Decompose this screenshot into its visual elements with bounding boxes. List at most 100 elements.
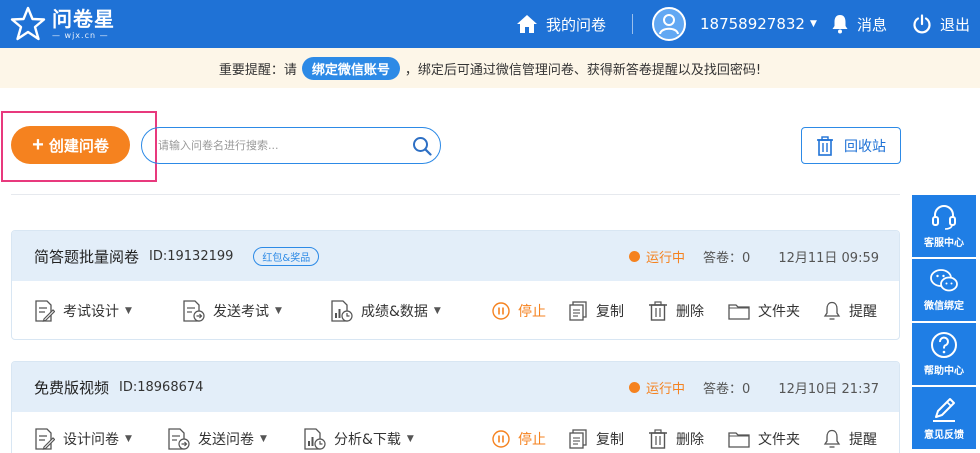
remind-button[interactable]: 提醒 — [823, 281, 877, 339]
design-action[interactable]: 设计问卷 ▼ — [33, 412, 132, 453]
chevron-down-icon: ▼ — [125, 306, 132, 316]
chevron-down-icon: ▼ — [260, 434, 267, 444]
help-icon — [931, 332, 957, 358]
answer-count: 答卷：0 — [703, 250, 751, 266]
survey-actions: 考试设计 ▼ 发送考试 ▼ 成绩&数据 ▼ 停止 复制 删除 文件夹 提醒 — [12, 281, 899, 339]
send-action[interactable]: 发送问卷 ▼ — [166, 412, 267, 453]
search-icon[interactable] — [404, 136, 440, 156]
survey-date: 12月10日 21:37 — [778, 381, 879, 397]
logout-label: 退出 — [940, 15, 971, 34]
copy-icon — [569, 301, 587, 321]
folder-label: 文件夹 — [758, 304, 800, 320]
copy-label: 复制 — [596, 432, 624, 448]
logout-link[interactable]: 退出 — [912, 0, 970, 48]
search-box — [141, 127, 441, 164]
design-action[interactable]: 考试设计 ▼ — [33, 281, 132, 339]
help-center-button[interactable]: 帮助中心 — [912, 323, 976, 385]
headset-icon — [932, 205, 956, 230]
messages-link[interactable]: 消息 — [831, 0, 887, 48]
delete-label: 删除 — [676, 432, 704, 448]
copy-button[interactable]: 复制 — [568, 412, 624, 453]
remind-label: 提醒 — [849, 304, 877, 320]
divider — [11, 194, 900, 195]
remind-label: 提醒 — [849, 432, 877, 448]
answer-count: 答卷：0 — [703, 381, 751, 397]
floating-menu: 客服中心 微信绑定 帮助中心 意见反馈 — [912, 195, 976, 451]
copy-button[interactable]: 复制 — [568, 281, 624, 339]
user-icon — [659, 14, 679, 35]
chart-document-icon — [331, 300, 353, 322]
bell-icon — [832, 15, 848, 34]
send-label: 发送考试 — [213, 304, 269, 320]
chevron-down-icon: ▼ — [125, 434, 132, 444]
edit-document-icon — [35, 428, 55, 450]
send-document-icon — [168, 428, 190, 450]
help-center-label: 帮助中心 — [924, 366, 964, 377]
chevron-down-icon: ▼ — [433, 306, 441, 316]
chart-document-icon — [304, 428, 326, 450]
copy-icon — [569, 429, 587, 449]
logo[interactable]: 问卷星 — wjx.cn — — [10, 5, 115, 43]
remind-button[interactable]: 提醒 — [823, 412, 877, 453]
survey-card-header: 简答题批量阅卷 ID:19132199 红包&奖品 运行中 答卷：0 12月11… — [12, 231, 899, 281]
my-surveys-label: 我的问卷 — [546, 15, 607, 34]
nav-divider — [632, 14, 633, 34]
star-logo-icon — [10, 6, 46, 41]
pencil-icon — [933, 398, 955, 422]
wechat-bind-button[interactable]: 微信绑定 — [912, 259, 976, 321]
edit-document-icon — [35, 300, 55, 322]
customer-service-button[interactable]: 客服中心 — [912, 195, 976, 257]
customer-service-label: 客服中心 — [924, 238, 964, 249]
feedback-button[interactable]: 意见反馈 — [912, 387, 976, 449]
wechat-bind-label: 微信绑定 — [924, 301, 964, 312]
user-phone: 18758927832 — [700, 15, 805, 33]
send-label: 发送问卷 — [198, 432, 254, 448]
survey-status: 运行中 答卷：0 12月10日 21:37 — [629, 362, 879, 412]
recycle-bin-label: 回收站 — [844, 138, 886, 155]
my-surveys-link[interactable]: 我的问卷 — [516, 0, 606, 48]
survey-id: ID:19132199 — [149, 248, 234, 264]
user-menu[interactable]: 18758927832 ▼ — [652, 0, 817, 48]
data-label: 分析&下载 — [334, 432, 401, 448]
send-action[interactable]: 发送考试 ▼ — [181, 281, 282, 339]
delete-button[interactable]: 删除 — [648, 281, 704, 339]
design-label: 考试设计 — [63, 304, 119, 320]
create-survey-button[interactable]: + 创建问卷 — [11, 126, 130, 164]
folder-icon — [728, 432, 750, 448]
bind-wechat-button[interactable]: 绑定微信账号 — [301, 56, 400, 80]
data-action[interactable]: 成绩&数据 ▼ — [329, 281, 441, 339]
data-label: 成绩&数据 — [361, 304, 428, 320]
folder-icon — [728, 304, 750, 320]
survey-title[interactable]: 免费版视频 — [34, 377, 109, 398]
folder-label: 文件夹 — [758, 432, 800, 448]
notice-prefix: 重要提醒：请 — [218, 62, 297, 78]
feedback-label: 意见反馈 — [924, 430, 964, 441]
folder-button[interactable]: 文件夹 — [728, 412, 800, 453]
copy-label: 复制 — [596, 304, 624, 320]
survey-title[interactable]: 简答题批量阅卷 — [34, 246, 139, 267]
pause-icon — [492, 430, 510, 448]
notice-bar: 重要提醒：请 绑定微信账号 ，绑定后可通过微信管理问卷、获得新答卷提醒以及找回密… — [0, 48, 980, 88]
trash-icon — [817, 135, 833, 156]
folder-button[interactable]: 文件夹 — [728, 281, 800, 339]
delete-label: 删除 — [676, 304, 704, 320]
delete-button[interactable]: 删除 — [648, 412, 704, 453]
stop-button[interactable]: 停止 — [492, 281, 546, 339]
status-dot — [629, 381, 641, 393]
trash-icon — [649, 429, 667, 449]
bell-outline-icon — [823, 429, 841, 448]
survey-card-header: 免费版视频 ID:18968674 运行中 答卷：0 12月10日 21:37 — [12, 362, 899, 412]
reward-tag[interactable]: 红包&奖品 — [253, 246, 320, 266]
power-icon — [913, 14, 931, 34]
home-icon — [517, 15, 537, 33]
search-input[interactable] — [158, 139, 404, 152]
survey-actions: 设计问卷 ▼ 发送问卷 ▼ 分析&下载 ▼ 停止 复制 删除 文件夹 提醒 — [12, 412, 899, 453]
data-action[interactable]: 分析&下载 ▼ — [302, 412, 414, 453]
design-label: 设计问卷 — [63, 432, 119, 448]
logo-subtitle: — wjx.cn — — [52, 30, 109, 40]
recycle-bin-button[interactable]: 回收站 — [801, 127, 901, 164]
survey-card: 简答题批量阅卷 ID:19132199 红包&奖品 运行中 答卷：0 12月11… — [11, 230, 900, 340]
create-survey-label: 创建问卷 — [48, 137, 109, 155]
stop-button[interactable]: 停止 — [492, 412, 546, 453]
top-header: 问卷星 — wjx.cn — 我的问卷 18758927832 ▼ 消息 退出 — [0, 0, 980, 48]
